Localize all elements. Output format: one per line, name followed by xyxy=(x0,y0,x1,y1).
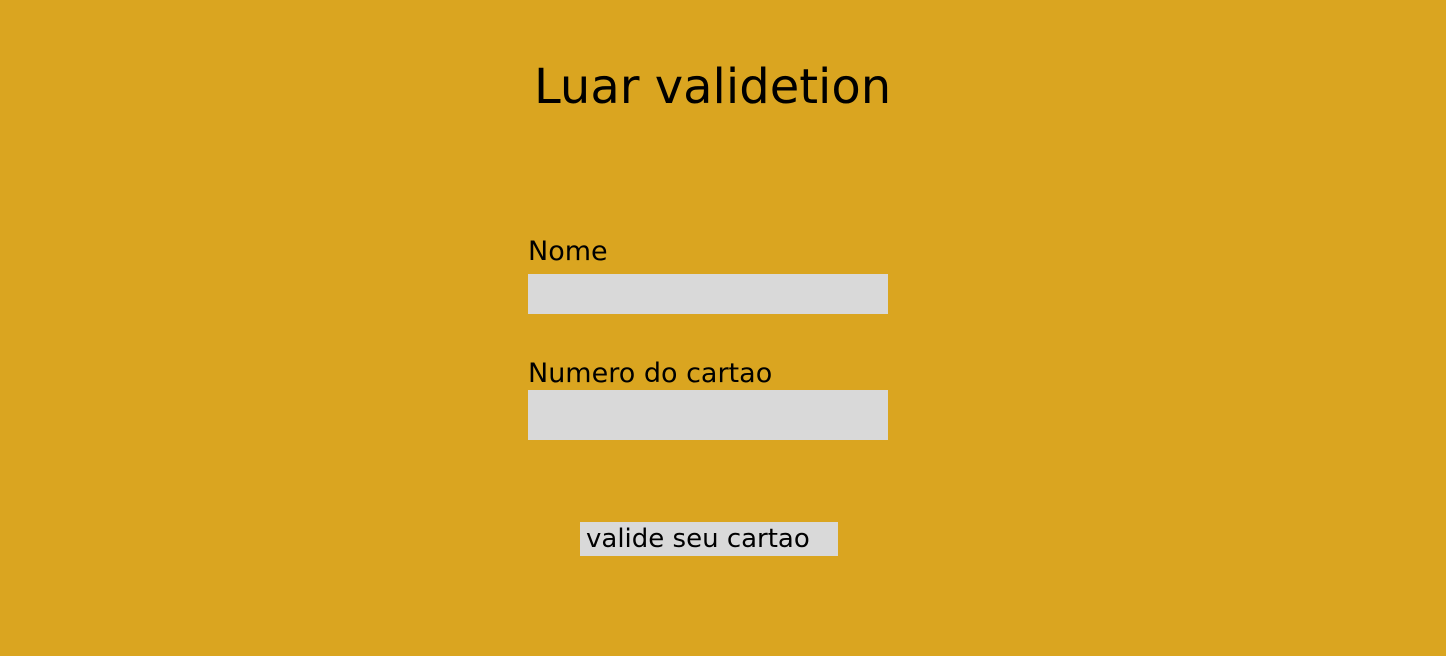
nome-input[interactable] xyxy=(528,274,888,314)
validate-card-button[interactable]: valide seu cartao xyxy=(580,522,838,556)
nome-label: Nome xyxy=(528,236,608,267)
validation-page: Luar validetion Nome Numero do cartao va… xyxy=(0,0,1446,656)
page-title: Luar validetion xyxy=(534,59,892,115)
numero-cartao-input[interactable] xyxy=(528,390,888,440)
numero-cartao-label: Numero do cartao xyxy=(528,358,773,389)
